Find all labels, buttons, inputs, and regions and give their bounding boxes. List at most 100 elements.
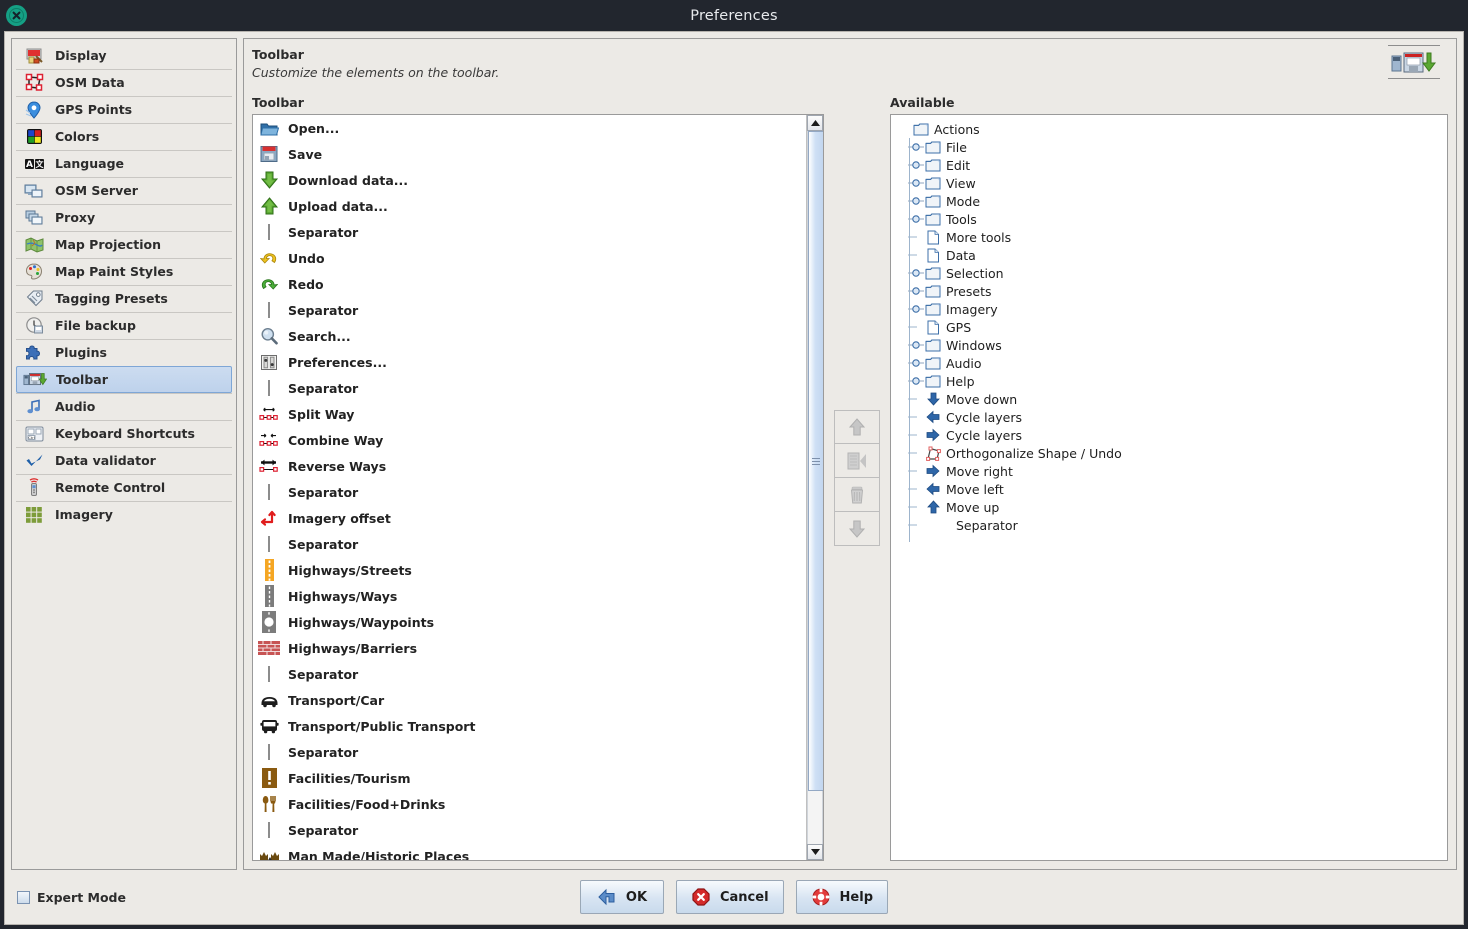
toolbar-item-row[interactable]: Open... — [253, 115, 806, 141]
tree-node-move-down[interactable]: Move down — [896, 390, 1447, 408]
toolbar-item-row[interactable]: Transport/Car — [253, 687, 806, 713]
toolbar-item-row[interactable]: Save — [253, 141, 806, 167]
tree-expand-handle[interactable] — [908, 372, 924, 390]
tree-node-move-left[interactable]: Move left — [896, 480, 1447, 498]
sidebar-item-proxy[interactable]: Proxy — [16, 204, 232, 231]
toolbar-item-row[interactable]: Highways/Waypoints — [253, 609, 806, 635]
close-icon[interactable] — [6, 5, 27, 26]
move-up-button[interactable] — [834, 410, 880, 444]
cancel-button[interactable]: Cancel — [675, 880, 784, 914]
trash-icon[interactable] — [834, 478, 880, 512]
sidebar-item-gps-points[interactable]: GPS Points — [16, 96, 232, 123]
toolbar-item-row[interactable]: Facilities/Tourism — [253, 765, 806, 791]
sidebar-item-data-validator[interactable]: Data validator — [16, 447, 232, 474]
add-button[interactable] — [834, 444, 880, 478]
toolbar-separator-row[interactable]: Separator — [253, 817, 806, 843]
toolbar-separator-row[interactable]: Separator — [253, 739, 806, 765]
expert-mode-checkbox[interactable]: Expert Mode — [17, 890, 126, 905]
tree-expand-handle[interactable] — [908, 210, 924, 228]
sidebar-item-plugins[interactable]: Plugins — [16, 339, 232, 366]
available-listbox[interactable]: Actions File Edit View Mode Tools More tools Da… — [890, 114, 1448, 861]
tree-expand-handle[interactable] — [908, 354, 924, 372]
sidebar-item-toolbar[interactable]: Toolbar — [16, 366, 232, 393]
sidebar-item-display[interactable]: Display — [16, 42, 232, 69]
toolbar-item-row[interactable]: Imagery offset — [253, 505, 806, 531]
tree-expand-handle[interactable] — [908, 156, 924, 174]
tree-node-data[interactable]: Data — [896, 246, 1447, 264]
toolbar-item-row[interactable]: Preferences... — [253, 349, 806, 375]
tree-node-actions[interactable]: Actions — [896, 120, 1447, 138]
toolbar-item-row[interactable]: Search... — [253, 323, 806, 349]
toolbar-item-row[interactable]: Man Made/Historic Places — [253, 843, 806, 860]
sidebar-item-language[interactable]: A 文 Language — [16, 150, 232, 177]
tree-node-mode[interactable]: Mode — [896, 192, 1447, 210]
tree-node-file[interactable]: File — [896, 138, 1447, 156]
tree-node-presets[interactable]: Presets — [896, 282, 1447, 300]
toolbar-item-row[interactable]: Transport/Public Transport — [253, 713, 806, 739]
tree-node-edit[interactable]: Edit — [896, 156, 1447, 174]
tree-expand-handle[interactable] — [908, 336, 924, 354]
toolbar-item-row[interactable]: Highways/Streets — [253, 557, 806, 583]
sidebar-item-osm-data[interactable]: OSM Data — [16, 69, 232, 96]
available-tree[interactable]: Actions File Edit View Mode Tools More tools Da… — [891, 115, 1447, 534]
toolbar-separator-row[interactable]: Separator — [253, 479, 806, 505]
tree-node-windows[interactable]: Windows — [896, 336, 1447, 354]
tree-expand-handle[interactable] — [908, 138, 924, 156]
sidebar-item-remote-control[interactable]: Remote Control — [16, 474, 232, 501]
toolbar-list[interactable]: Open... Save Download data... Upload data..… — [253, 115, 806, 860]
tree-node-selection[interactable]: Selection — [896, 264, 1447, 282]
sidebar-item-tagging-presets[interactable]: Tagging Presets — [16, 285, 232, 312]
toolbar-item-row[interactable]: Download data... — [253, 167, 806, 193]
toolbar-separator-row[interactable]: Separator — [253, 297, 806, 323]
tree-node-separator[interactable]: Separator — [896, 516, 1447, 534]
tree-node-audio[interactable]: Audio — [896, 354, 1447, 372]
tree-expand-handle[interactable] — [908, 282, 924, 300]
tree-node-move-up[interactable]: Move up — [896, 498, 1447, 516]
tree-expand-handle[interactable] — [908, 264, 924, 282]
tree-node-gps[interactable]: GPS — [896, 318, 1447, 336]
toolbar-item-row[interactable]: Reverse Ways — [253, 453, 806, 479]
scroll-up-button[interactable] — [807, 115, 823, 131]
help-button[interactable]: Help — [795, 880, 889, 914]
checkbox-box[interactable] — [17, 890, 30, 904]
toolbar-separator-row[interactable]: Separator — [253, 661, 806, 687]
toolbar-scrollbar[interactable] — [806, 115, 823, 860]
toolbar-item-row[interactable]: Highways/Barriers — [253, 635, 806, 661]
scrollbar-track[interactable] — [807, 131, 823, 844]
toolbar-separator-row[interactable]: Separator — [253, 531, 806, 557]
toolbar-item-row[interactable]: Redo — [253, 271, 806, 297]
toolbar-item-row[interactable]: Combine Way — [253, 427, 806, 453]
scroll-down-button[interactable] — [807, 844, 823, 860]
sidebar-item-map-projection[interactable]: Map Projection — [16, 231, 232, 258]
move-down-button[interactable] — [834, 512, 880, 546]
tree-node-view[interactable]: View — [896, 174, 1447, 192]
sidebar-item-imagery[interactable]: Imagery — [16, 501, 232, 528]
sidebar-item-audio[interactable]: Audio — [16, 393, 232, 420]
sidebar-item-file-backup[interactable]: File backup — [16, 312, 232, 339]
tree-node-tools[interactable]: Tools — [896, 210, 1447, 228]
sidebar-item-colors[interactable]: Colors — [16, 123, 232, 150]
tree-node-cycle-layers[interactable]: Cycle layers — [896, 408, 1447, 426]
toolbar-item-row[interactable]: Highways/Ways — [253, 583, 806, 609]
sidebar-item-keyboard-shortcuts[interactable]: Ctrl Keyboard Shortcuts — [16, 420, 232, 447]
toolbar-item-row[interactable]: Split Way — [253, 401, 806, 427]
tree-node-orthogonalize-shape-undo[interactable]: Orthogonalize Shape / Undo — [896, 444, 1447, 462]
tree-expand-handle[interactable] — [908, 174, 924, 192]
toolbar-separator-row[interactable]: Separator — [253, 375, 806, 401]
tree-node-cycle-layers[interactable]: Cycle layers — [896, 426, 1447, 444]
tree-expand-handle[interactable] — [908, 192, 924, 210]
toolbar-item-row[interactable]: Undo — [253, 245, 806, 271]
sidebar-item-map-paint-styles[interactable]: Map Paint Styles — [16, 258, 232, 285]
ok-button[interactable]: OK — [579, 880, 664, 914]
sidebar-item-osm-server[interactable]: OSM Server — [16, 177, 232, 204]
scrollbar-thumb[interactable] — [808, 131, 823, 791]
tree-node-help[interactable]: Help — [896, 372, 1447, 390]
tree-node-imagery[interactable]: Imagery — [896, 300, 1447, 318]
toolbar-item-row[interactable]: Upload data... — [253, 193, 806, 219]
toolbar-separator-row[interactable]: Separator — [253, 219, 806, 245]
toolbar-item-row[interactable]: Facilities/Food+Drinks — [253, 791, 806, 817]
toolbar-listbox[interactable]: Open... Save Download data... Upload data..… — [252, 114, 824, 861]
tree-node-move-right[interactable]: Move right — [896, 462, 1447, 480]
tree-node-more-tools[interactable]: More tools — [896, 228, 1447, 246]
tree-expand-handle[interactable] — [908, 300, 924, 318]
